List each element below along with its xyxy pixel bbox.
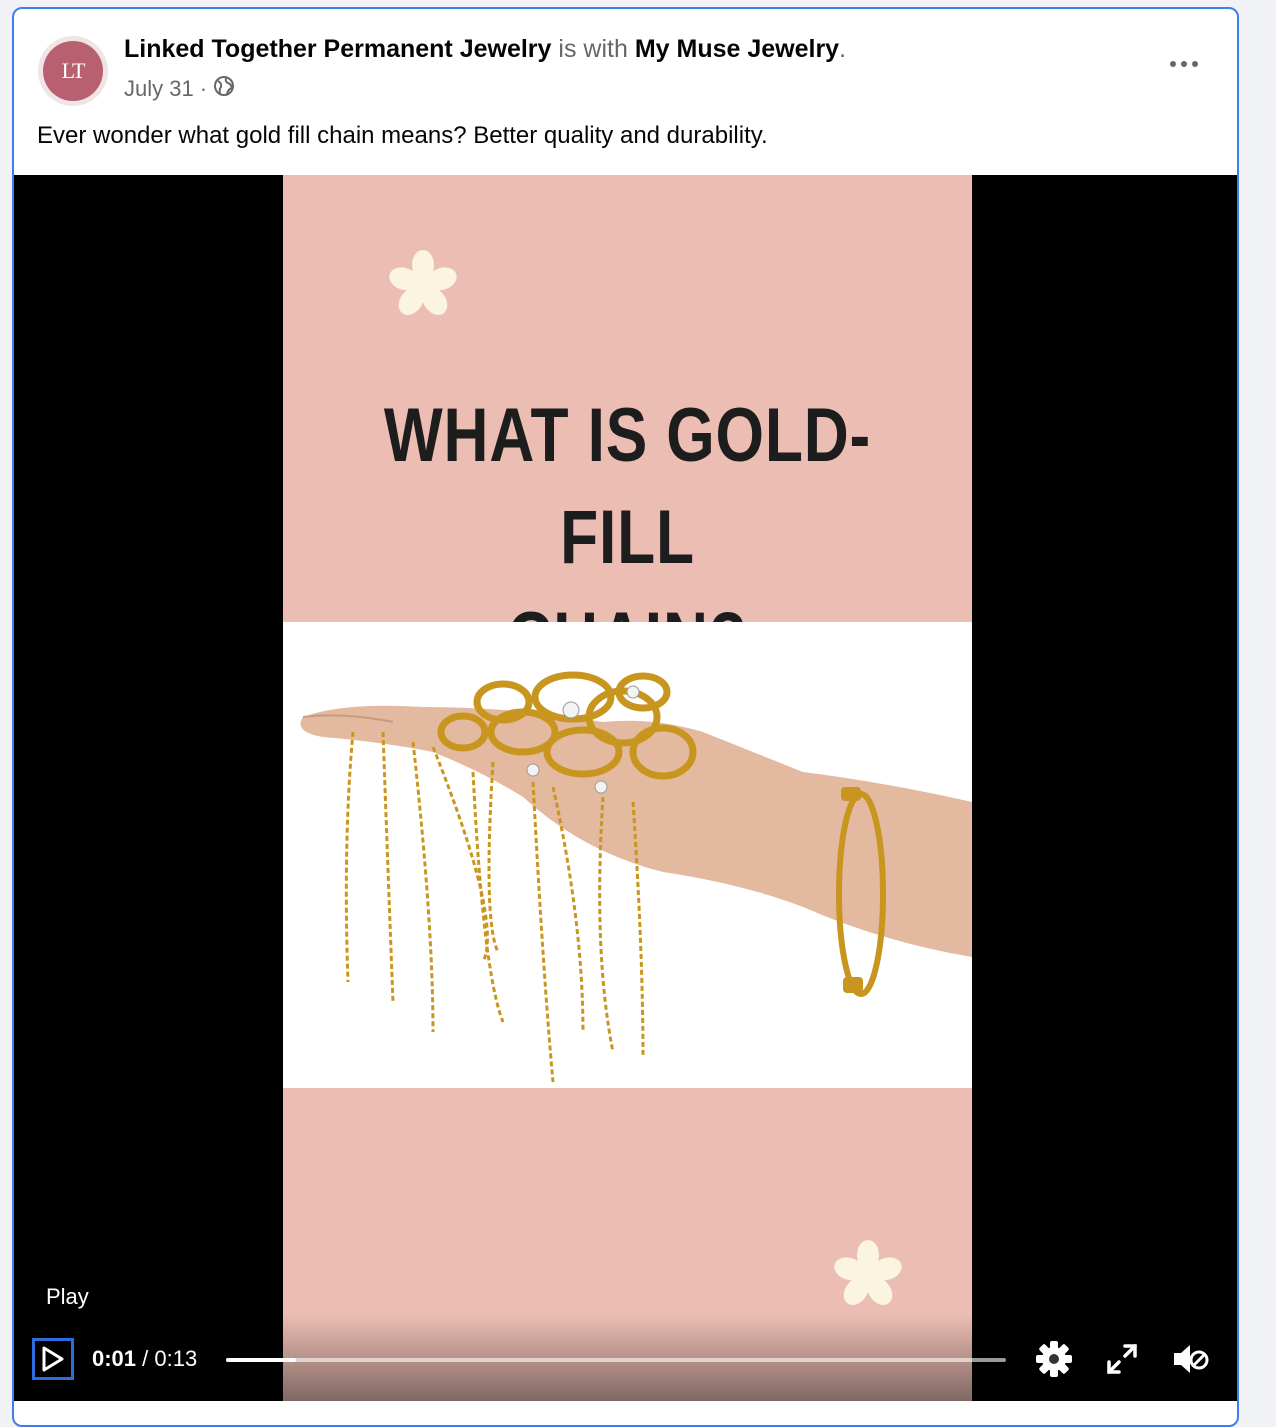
current-time: 0:01 bbox=[92, 1346, 137, 1371]
hand-with-jewelry-image bbox=[300, 671, 972, 1083]
page-avatar[interactable]: LT bbox=[38, 36, 108, 106]
gear-icon bbox=[1036, 1341, 1072, 1377]
time-separator: / bbox=[136, 1346, 155, 1371]
progress-bar[interactable] bbox=[226, 1358, 1006, 1362]
post-meta: July 31 · bbox=[124, 75, 235, 103]
post-text: Ever wonder what gold fill chain means? … bbox=[37, 122, 768, 149]
duration: 0:13 bbox=[154, 1346, 198, 1371]
mute-button[interactable] bbox=[1170, 1339, 1210, 1379]
progress-fill bbox=[226, 1358, 297, 1362]
title-line-1: WHAT IS GOLD-FILL bbox=[383, 393, 872, 580]
video-player[interactable]: WHAT IS GOLD-FILL CHAIN? bbox=[14, 175, 1237, 1401]
jewelry-photo bbox=[283, 622, 972, 1088]
video-frame: WHAT IS GOLD-FILL CHAIN? bbox=[283, 175, 972, 1401]
more-options-button[interactable] bbox=[1164, 49, 1204, 79]
muted-speaker-icon bbox=[1174, 1345, 1209, 1373]
with-text: is with bbox=[558, 35, 628, 63]
flower-decoration-top bbox=[389, 250, 457, 315]
play-tooltip: Play bbox=[46, 1284, 89, 1309]
play-icon bbox=[42, 1346, 64, 1372]
meta-separator: · bbox=[199, 76, 208, 101]
more-icon bbox=[1170, 61, 1198, 67]
header-period: . bbox=[839, 35, 847, 63]
flower-decoration-bottom bbox=[834, 1240, 902, 1305]
fullscreen-icon bbox=[1107, 1344, 1137, 1374]
post-date[interactable]: July 31 bbox=[124, 76, 194, 102]
author-link[interactable]: Linked Together Permanent Jewelry bbox=[124, 35, 551, 63]
post-card: LT Linked Together Permanent Jewelry is … bbox=[12, 7, 1239, 1427]
tagged-link[interactable]: My Muse Jewelry bbox=[635, 35, 839, 63]
settings-button[interactable] bbox=[1034, 1339, 1074, 1379]
post-header: Linked Together Permanent Jewelry is wit… bbox=[124, 35, 846, 64]
fullscreen-button[interactable] bbox=[1102, 1339, 1142, 1379]
play-button[interactable] bbox=[32, 1338, 74, 1380]
globe-icon bbox=[213, 75, 235, 103]
avatar-logo: LT bbox=[43, 41, 103, 101]
time-display: 0:01 / 0:13 bbox=[92, 1346, 197, 1372]
